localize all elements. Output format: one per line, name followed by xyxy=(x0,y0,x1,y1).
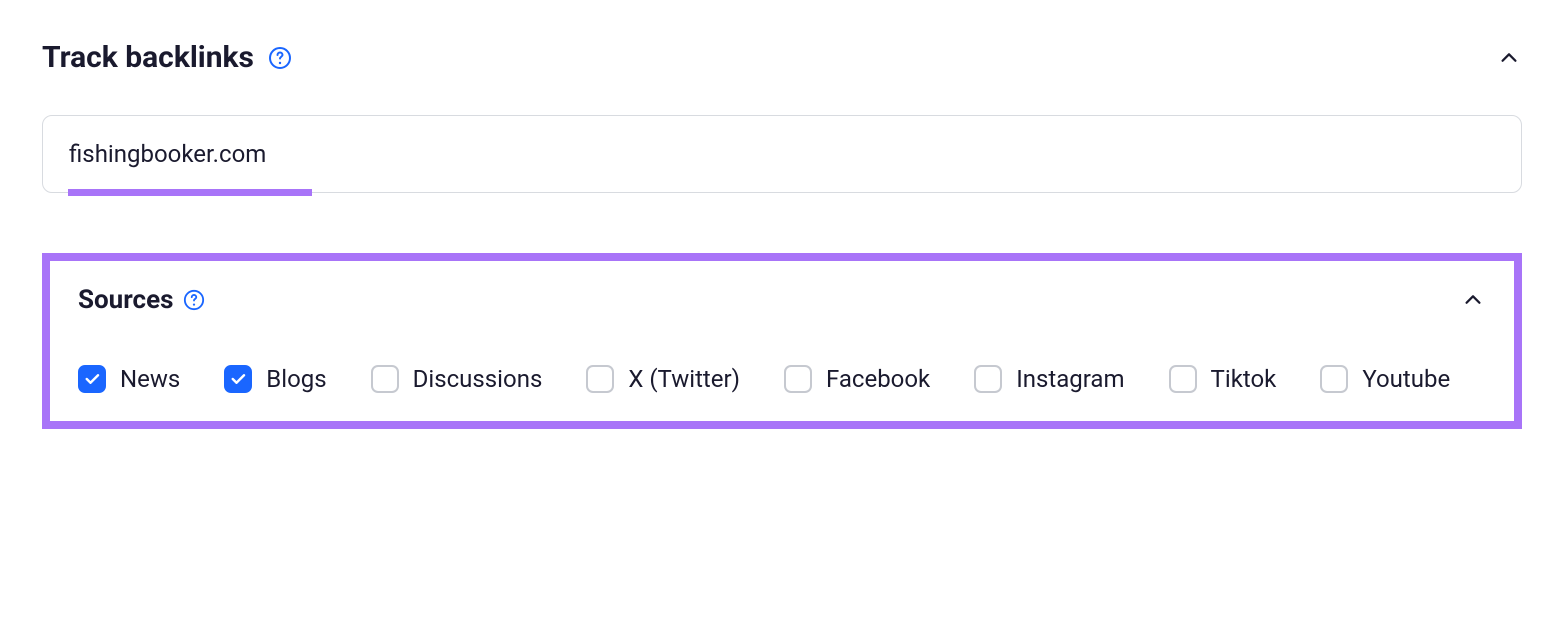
sources-header: Sources xyxy=(78,285,1486,315)
checkbox-label: Youtube xyxy=(1362,365,1450,393)
checkbox-label: X (Twitter) xyxy=(628,365,740,393)
accent-underline xyxy=(68,189,312,196)
source-checkbox-item[interactable]: X (Twitter) xyxy=(586,365,740,393)
sources-checkbox-row: News Blogs Discussions X (Twitter) Facebook I… xyxy=(78,365,1486,393)
source-checkbox-item[interactable]: News xyxy=(78,365,180,393)
checkbox-label: Discussions xyxy=(413,365,543,393)
checkbox[interactable] xyxy=(586,365,614,393)
domain-input-wrapper xyxy=(42,115,1522,193)
track-backlinks-header: Track backlinks xyxy=(42,40,1522,75)
chevron-up-icon[interactable] xyxy=(1496,45,1522,71)
checkbox-label: Facebook xyxy=(826,365,930,393)
chevron-up-icon[interactable] xyxy=(1460,287,1486,313)
checkbox-label: News xyxy=(120,365,180,393)
source-checkbox-item[interactable]: Facebook xyxy=(784,365,930,393)
checkbox-label: Blogs xyxy=(266,365,326,393)
source-checkbox-item[interactable]: Instagram xyxy=(974,365,1124,393)
checkbox[interactable] xyxy=(974,365,1002,393)
track-backlinks-section: Track backlinks xyxy=(42,40,1522,193)
source-checkbox-item[interactable]: Youtube xyxy=(1320,365,1450,393)
checkbox-label: Instagram xyxy=(1016,365,1124,393)
domain-input[interactable] xyxy=(42,115,1522,193)
checkbox[interactable] xyxy=(78,365,106,393)
sources-section: Sources News Blogs Discussions X (Twitter) F… xyxy=(42,253,1522,429)
sources-title: Sources xyxy=(78,285,173,315)
checkbox[interactable] xyxy=(224,365,252,393)
checkbox[interactable] xyxy=(371,365,399,393)
checkbox[interactable] xyxy=(784,365,812,393)
help-icon[interactable] xyxy=(268,46,292,70)
track-backlinks-title: Track backlinks xyxy=(42,40,254,75)
source-checkbox-item[interactable]: Blogs xyxy=(224,365,326,393)
checkbox-label: Tiktok xyxy=(1211,365,1277,393)
checkbox[interactable] xyxy=(1169,365,1197,393)
source-checkbox-item[interactable]: Tiktok xyxy=(1169,365,1277,393)
title-group: Sources xyxy=(78,285,205,315)
help-icon[interactable] xyxy=(183,289,205,311)
checkbox[interactable] xyxy=(1320,365,1348,393)
source-checkbox-item[interactable]: Discussions xyxy=(371,365,543,393)
title-group: Track backlinks xyxy=(42,40,292,75)
